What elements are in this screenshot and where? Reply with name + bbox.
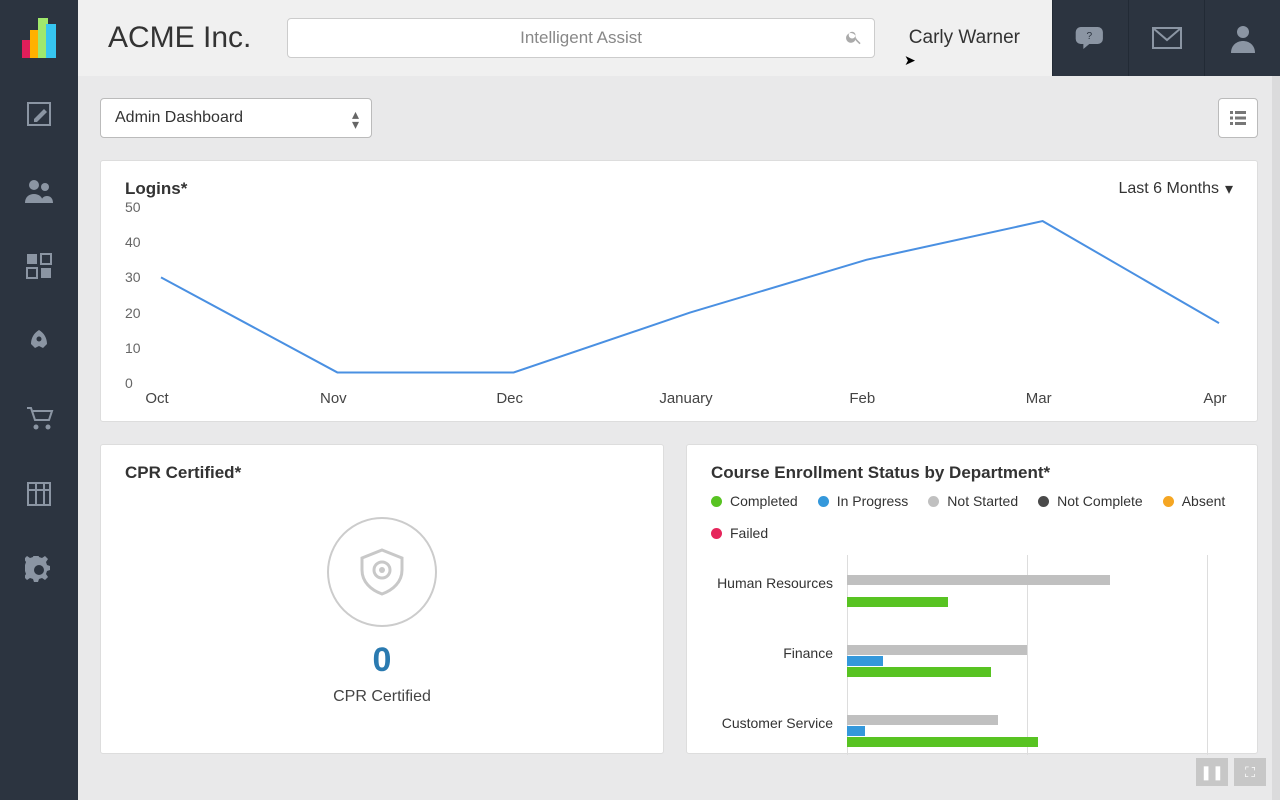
dept-enrollment-card: Course Enrollment Status by Department* … (686, 444, 1258, 754)
nav-table-icon[interactable] (0, 456, 78, 532)
x-tick: Mar (1026, 390, 1052, 407)
pause-icon[interactable]: ❚❚ (1196, 758, 1228, 786)
dept-row-label: Customer Service (703, 715, 833, 731)
logo[interactable] (0, 0, 78, 76)
dept-chart: Human ResourcesFinanceCustomer Service (711, 555, 1233, 755)
dashboard-selector-label: Admin Dashboard (115, 109, 243, 127)
top-bar: ACME Inc. Carly Warner ➤ ? (0, 0, 1280, 76)
list-view-toggle[interactable] (1218, 98, 1258, 138)
certification-badge-icon (327, 517, 437, 627)
nav-cart-icon[interactable] (0, 380, 78, 456)
nav-settings-icon[interactable] (0, 532, 78, 608)
logins-card: Logins* Last 6 Months ▾ 01020304050OctNo… (100, 160, 1258, 422)
legend-completed: Completed (730, 493, 798, 509)
time-range-picker[interactable]: Last 6 Months ▾ (1118, 179, 1233, 199)
nav-compose-icon[interactable] (0, 76, 78, 152)
content-area: Admin Dashboard ▴▾ Logins* Last 6 Months… (78, 76, 1280, 800)
dept-bar (847, 597, 948, 607)
cpr-value: 0 (373, 641, 392, 680)
cpr-card: CPR Certified* 0 CPR Certified (100, 444, 664, 754)
x-tick: Oct (145, 390, 168, 407)
search-wrap (287, 18, 874, 58)
nav-rocket-icon[interactable] (0, 304, 78, 380)
user-name[interactable]: Carly Warner (909, 27, 1020, 49)
x-tick: Dec (496, 390, 523, 407)
dept-legend: Completed In Progress Not Started Not Co… (711, 493, 1233, 541)
nav-users-icon[interactable] (0, 152, 78, 228)
cursor-icon: ➤ (904, 52, 916, 69)
dept-bar (847, 575, 1110, 585)
search-icon[interactable] (845, 28, 863, 51)
search-input[interactable] (287, 18, 874, 58)
legend-not-complete: Not Complete (1057, 493, 1143, 509)
legend-absent: Absent (1182, 493, 1226, 509)
time-range-label: Last 6 Months (1118, 180, 1219, 198)
x-tick: Apr (1203, 390, 1226, 407)
legend-failed: Failed (730, 525, 768, 541)
dept-row-label: Human Resources (703, 575, 833, 591)
expand-icon[interactable]: ⛶ (1234, 758, 1266, 786)
legend-not-started: Not Started (947, 493, 1018, 509)
logins-title: Logins* (125, 179, 187, 199)
svg-text:?: ? (1086, 31, 1092, 42)
help-chat-icon[interactable]: ? (1052, 0, 1128, 76)
caret-down-icon: ▾ (1225, 179, 1233, 199)
dept-bar (847, 715, 998, 725)
mail-icon[interactable] (1128, 0, 1204, 76)
dept-bar (847, 645, 1027, 655)
x-tick: Feb (849, 390, 875, 407)
dept-bar (847, 656, 883, 666)
dept-title: Course Enrollment Status by Department* (711, 463, 1233, 483)
company-name: ACME Inc. (108, 21, 251, 55)
cpr-title: CPR Certified* (125, 463, 639, 483)
x-tick: January (659, 390, 712, 407)
profile-icon[interactable] (1204, 0, 1280, 76)
dept-bar (847, 667, 991, 677)
nav-apps-icon[interactable] (0, 228, 78, 304)
logins-chart: 01020304050OctNovDecJanuaryFebMarApr (125, 207, 1233, 407)
cpr-label: CPR Certified (333, 688, 431, 706)
scrollbar[interactable] (1272, 76, 1280, 800)
x-tick: Nov (320, 390, 347, 407)
dept-row-label: Finance (703, 645, 833, 661)
select-arrows-icon: ▴▾ (352, 109, 359, 129)
side-nav (0, 76, 78, 800)
dept-bar (847, 737, 1038, 747)
legend-in-progress: In Progress (837, 493, 909, 509)
dept-bar (847, 726, 865, 736)
dashboard-selector[interactable]: Admin Dashboard ▴▾ (100, 98, 372, 138)
